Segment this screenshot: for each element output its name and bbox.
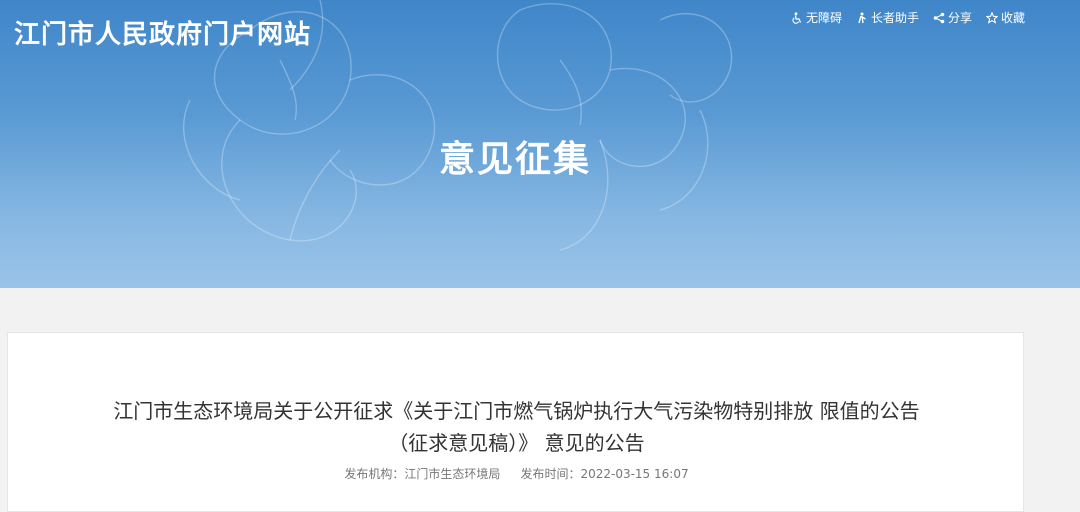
header-toolbar: 无障碍 长者助手 分享 收藏: [791, 9, 1025, 26]
article-title-line-2: （征求意见稿）》 意见的公告: [388, 431, 645, 455]
site-title[interactable]: 江门市人民政府门户网站: [14, 14, 311, 51]
favorite-label: 收藏: [1000, 11, 1025, 25]
share-icon: [933, 12, 945, 23]
share-button[interactable]: 分享: [933, 9, 972, 26]
publish-time-label: 发布时间：: [520, 467, 581, 481]
article-card: 江门市生态环境局关于公开征求《关于江门市燃气锅炉执行大气污染物特别排放 限值的公…: [7, 332, 1024, 512]
elder-assist-label: 长者助手: [870, 11, 919, 25]
favorite-button[interactable]: 收藏: [985, 9, 1025, 26]
accessibility-icon: [792, 11, 802, 24]
article-title: 江门市生态环境局关于公开征求《关于江门市燃气锅炉执行大气污染物特别排放 限值的公…: [8, 333, 1025, 459]
header-banner: 江门市人民政府门户网站 无障碍 长者助手 分享 收藏 意见征集: [0, 0, 1080, 288]
section-title: 意见征集: [438, 139, 591, 180]
article-meta: 发布机构：江门市生态环境局 发布时间：2022-03-15 16:07: [8, 465, 1025, 482]
elder-assist-icon: [858, 12, 866, 23]
publisher-label: 发布机构：: [344, 467, 405, 481]
accessibility-label: 无障碍: [805, 11, 842, 25]
publisher-value: 江门市生态环境局: [404, 467, 501, 481]
article-title-line-1: 江门市生态环境局关于公开征求《关于江门市燃气锅炉执行大气污染物特别排放 限值的公…: [113, 399, 920, 423]
elder-assist-button[interactable]: 长者助手: [856, 9, 919, 26]
publish-time-value: 2022-03-15 16:07: [580, 467, 689, 481]
star-icon: [985, 11, 998, 24]
share-label: 分享: [947, 11, 972, 25]
accessibility-button[interactable]: 无障碍: [791, 9, 842, 26]
